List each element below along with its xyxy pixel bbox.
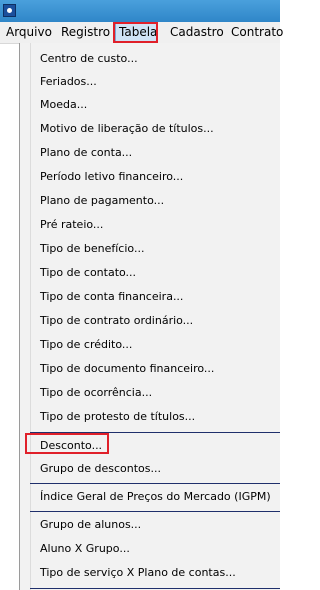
menu-item-tipo-servico-plano-contas[interactable]: Tipo de serviço X Plano de contas... — [40, 562, 236, 584]
menu-bar: Arquivo Registro Tabela Cadastro Contrat… — [0, 22, 283, 44]
tabela-dropdown-menu: Centro de custo... Feriados... Moeda... … — [19, 43, 280, 590]
menu-item-tipo-contrato-ordinario[interactable]: Tipo de contrato ordinário... — [40, 310, 193, 332]
menu-item-tipo-beneficio[interactable]: Tipo de benefício... — [40, 238, 144, 260]
menu-item-desconto[interactable]: Desconto... — [40, 435, 102, 457]
menu-item-moeda[interactable]: Moeda... — [40, 94, 87, 116]
menu-separator — [30, 483, 280, 484]
menu-tabela[interactable]: Tabela — [115, 22, 157, 43]
menu-item-tipo-contato[interactable]: Tipo de contato... — [40, 262, 136, 284]
menu-item-feriados[interactable]: Feriados... — [40, 71, 97, 93]
app-icon[interactable] — [3, 4, 16, 17]
menu-item-grupo-alunos[interactable]: Grupo de alunos... — [40, 514, 141, 536]
menu-item-grupo-descontos[interactable]: Grupo de descontos... — [40, 458, 161, 480]
menu-item-pre-rateio[interactable]: Pré rateio... — [40, 214, 103, 236]
menu-item-plano-de-conta[interactable]: Plano de conta... — [40, 142, 132, 164]
menu-separator — [30, 511, 280, 512]
menu-item-igpm[interactable]: Índice Geral de Preços do Mercado (IGPM) — [40, 486, 271, 508]
menu-arquivo[interactable]: Arquivo — [6, 22, 52, 43]
menu-contrato[interactable]: Contrato — [231, 22, 283, 43]
menu-item-motivo-liberacao[interactable]: Motivo de liberação de títulos... — [40, 118, 214, 140]
menu-cadastro[interactable]: Cadastro — [170, 22, 224, 43]
menu-item-tipo-conta-financeira[interactable]: Tipo de conta financeira... — [40, 286, 183, 308]
menu-item-periodo-letivo[interactable]: Período letivo financeiro... — [40, 166, 183, 188]
menu-item-tipo-ocorrencia[interactable]: Tipo de ocorrência... — [40, 382, 152, 404]
menu-item-tipo-documento-financeiro[interactable]: Tipo de documento financeiro... — [40, 358, 214, 380]
menu-item-tipo-protesto[interactable]: Tipo de protesto de títulos... — [40, 406, 195, 428]
menu-item-centro-de-custo[interactable]: Centro de custo... — [40, 48, 138, 70]
menu-registro[interactable]: Registro — [61, 22, 110, 43]
menu-separator — [30, 588, 280, 589]
window-titlebar — [0, 0, 280, 22]
menu-item-plano-de-pagamento[interactable]: Plano de pagamento... — [40, 190, 164, 212]
menu-separator — [30, 432, 280, 433]
menu-item-tipo-credito[interactable]: Tipo de crédito... — [40, 334, 132, 356]
menu-item-aluno-x-grupo[interactable]: Aluno X Grupo... — [40, 538, 130, 560]
menu-gutter — [20, 43, 31, 590]
